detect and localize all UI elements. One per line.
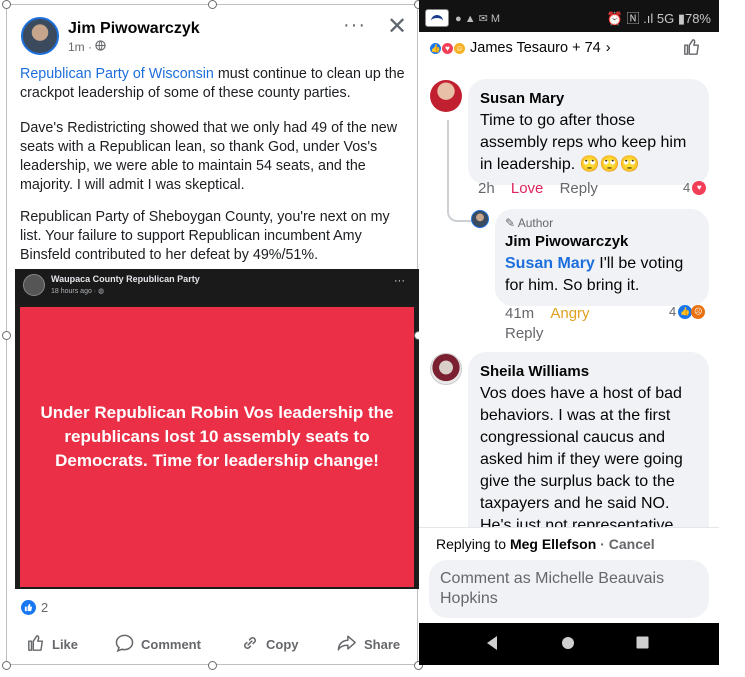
commenter-name[interactable]: Susan Mary [480, 88, 697, 110]
reply-composer: Replying to Meg Ellefson · Cancel Commen… [419, 527, 719, 623]
reply-button[interactable]: Reply [505, 325, 543, 342]
post-paragraph-2: Dave's Redistricting showed that we only… [20, 120, 398, 193]
copy-label: Copy [266, 637, 299, 652]
back-icon[interactable] [485, 635, 499, 656]
comment-text: Vos does have a host of bad behaviors. I… [480, 385, 683, 530]
commenter-name[interactable]: Sheila Williams [480, 361, 697, 383]
notification-icons: ● ▲ ✉ M [455, 12, 501, 25]
chevron-right-icon: › [605, 40, 611, 56]
mention-link[interactable]: Susan Mary [505, 255, 595, 272]
resize-handle[interactable] [2, 661, 11, 670]
shared-page-name[interactable]: Waupaca County Republican Party [51, 274, 200, 284]
share-button[interactable]: Share [337, 634, 400, 655]
comment-reaction-count[interactable]: 4 ♥ [683, 180, 707, 195]
comment-meta: 2h Love Reply [478, 180, 598, 197]
post-time[interactable]: 1m [68, 40, 85, 54]
shared-post[interactable]: Waupaca County Republican Party 18 hours… [15, 269, 419, 589]
android-nav-bar [419, 623, 719, 665]
like-reaction-icon [21, 600, 36, 615]
post-paragraph-1: Republican Party of Wisconsin must conti… [20, 65, 412, 103]
shared-page-avatar[interactable] [23, 274, 45, 296]
shared-post-message: Under Republican Robin Vos leadership th… [40, 403, 394, 470]
comment-bubble: Susan Mary Time to go after those assemb… [468, 79, 709, 185]
like-button[interactable]: Like [27, 634, 78, 655]
status-left: ● ▲ ✉ M [425, 9, 500, 27]
replying-to-line: Replying to Meg Ellefson · Cancel [436, 536, 655, 552]
like-reaction-icon: 👍 [678, 304, 693, 319]
post-card: Jim Piwowarczyk 1m · ··· ✕ Republican Pa… [2, 0, 423, 670]
comment-bubble: Sheila Williams Vos does have a host of … [468, 352, 709, 530]
resize-handle[interactable] [208, 661, 217, 670]
reaction-count-text: 4 [669, 304, 677, 319]
love-reaction-button[interactable]: Love [511, 180, 544, 197]
post-author-name[interactable]: Jim Piwowarczyk [68, 20, 200, 38]
comment-button[interactable]: Comment [115, 634, 201, 655]
comment-label: Comment [141, 637, 201, 652]
reply-reaction-count[interactable]: 4 👍 ☹ [669, 304, 706, 319]
copy-button[interactable]: Copy [241, 634, 299, 655]
author-avatar[interactable] [21, 17, 59, 55]
love-reaction-icon: ♥ [692, 180, 707, 195]
reply-author-name[interactable]: Jim Piwowarczyk [505, 231, 699, 253]
status-indicators: ⏰ 🄽 .ıl 5G ▮78% [606, 11, 711, 26]
comment-input[interactable]: Comment as Michelle Beauvais Hopkins [429, 560, 709, 618]
share-icon [337, 634, 357, 655]
reply-meta: 41m Angry Reply [505, 304, 655, 344]
haha-reaction-icon: ☺ [453, 41, 466, 55]
resize-handle[interactable] [2, 0, 11, 9]
app-notification-icon [425, 9, 449, 27]
reply-time: 41m [505, 305, 535, 322]
author-badge-label: Author [517, 216, 554, 230]
globe-icon [95, 40, 107, 54]
thumbs-up-icon[interactable] [683, 38, 701, 62]
like-label: Like [52, 637, 79, 652]
reacters-label: James Tesauro + 74 [470, 40, 601, 56]
phone-screen: ● ▲ ✉ M ⏰ 🄽 .ıl 5G ▮78% 👍 ♥ ☺ James Tesa… [419, 0, 719, 665]
resize-handle[interactable] [2, 331, 11, 340]
thumbs-up-icon [27, 634, 45, 655]
link-icon [241, 634, 259, 655]
reply-bubble: ✎ Author Jim Piwowarczyk Susan Mary I'll… [495, 209, 709, 306]
share-label: Share [364, 637, 401, 652]
post-meta: 1m · [68, 40, 107, 54]
cancel-reply-button[interactable]: Cancel [609, 536, 655, 552]
pencil-icon: ✎ [505, 216, 516, 230]
reply-author-avatar[interactable] [471, 210, 489, 228]
reply-button[interactable]: Reply [560, 180, 598, 197]
reaction-count: 2 [41, 600, 49, 615]
replying-separator: · [596, 536, 609, 552]
comment-time: 2h [478, 180, 495, 197]
thread-connector [447, 120, 471, 222]
commenter-avatar[interactable] [430, 80, 462, 112]
shared-post-time-text: 18 hours ago · [51, 288, 99, 295]
home-icon[interactable] [561, 636, 575, 655]
comment-text: Time to go after those assembly reps who… [480, 112, 687, 173]
close-button[interactable]: ✕ [387, 12, 407, 41]
resize-handle[interactable] [208, 0, 217, 9]
reaction-count-text: 4 [683, 180, 691, 195]
more-options-button[interactable]: ··· [343, 14, 366, 37]
post-action-bar: Like Comment Copy Share [7, 629, 417, 659]
recents-icon[interactable] [636, 636, 649, 654]
post-paragraph-3: Republican Party of Sheboygan County, yo… [20, 209, 390, 263]
author-badge: ✎ Author [505, 216, 699, 231]
commenter-avatar[interactable] [430, 353, 462, 385]
shared-post-image[interactable]: Under Republican Robin Vos leadership th… [20, 307, 414, 587]
status-bar: ● ▲ ✉ M ⏰ 🄽 .ıl 5G ▮78% [419, 0, 719, 32]
comment-icon [115, 634, 134, 655]
replying-to-name: Meg Ellefson [509, 536, 597, 552]
globe-icon: ◍ [98, 288, 105, 295]
reacters-summary[interactable]: 👍 ♥ ☺ James Tesauro + 74 › [429, 40, 611, 56]
shared-more-options-icon[interactable]: ··· [394, 275, 405, 287]
wisconsin-party-link[interactable]: Republican Party of Wisconsin [20, 66, 214, 82]
shared-post-time: 18 hours ago · ◍ [51, 287, 104, 295]
shared-post-header: Waupaca County Republican Party 18 hours… [15, 269, 419, 303]
reaction-summary[interactable]: 2 [21, 600, 48, 615]
replying-prefix: Replying to [436, 536, 510, 552]
angry-reaction-button[interactable]: Angry [550, 305, 589, 322]
angry-reaction-icon: ☹ [691, 304, 706, 319]
